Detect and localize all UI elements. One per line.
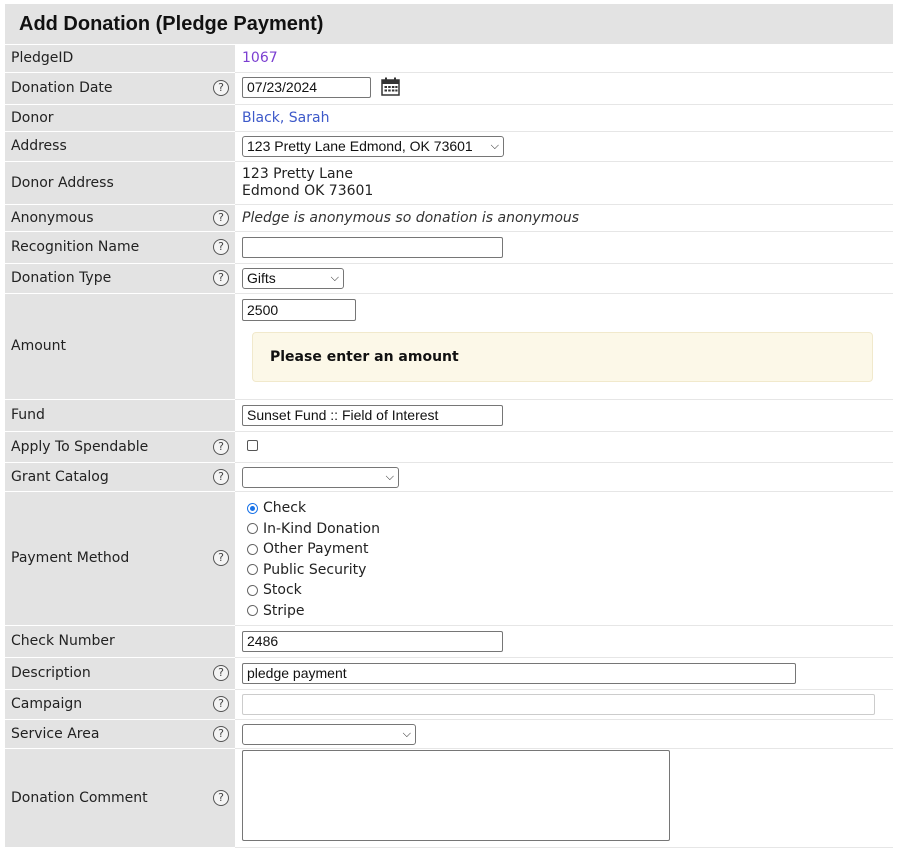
row-amount: Amount Please enter an amount: [5, 293, 893, 400]
label-description: Description: [11, 665, 91, 681]
help-icon[interactable]: ?: [213, 696, 229, 712]
chevron-down-icon: ⌵: [385, 470, 394, 483]
help-icon[interactable]: ?: [213, 789, 229, 806]
label-pledge-id: PledgeID: [5, 45, 235, 73]
address-selected: 123 Pretty Lane Edmond, OK 73601: [247, 138, 473, 154]
row-description: Description ?: [5, 657, 893, 690]
address-select[interactable]: 123 Pretty Lane Edmond, OK 73601 ⌵: [242, 135, 504, 157]
pledge-id-link[interactable]: 1067: [242, 50, 278, 66]
payment-option-check[interactable]: Check: [242, 498, 893, 519]
row-donation-type: Donation Type ? Gifts ⌵: [5, 263, 893, 294]
help-icon[interactable]: ?: [213, 80, 229, 96]
radio-icon[interactable]: [247, 543, 258, 555]
form-table: PledgeID 1067 Donation Date ? 07/23/2024…: [5, 45, 893, 848]
label-payment-method: Payment Method: [11, 550, 130, 566]
page-title: Add Donation (Pledge Payment): [5, 4, 893, 45]
row-check-number: Check Number: [5, 625, 893, 658]
anonymous-note: Pledge is anonymous so donation is anony…: [242, 209, 580, 226]
row-anonymous: Anonymous ? Pledge is anonymous so donat…: [5, 204, 893, 232]
payment-option-other[interactable]: Other Payment: [242, 539, 893, 560]
help-icon[interactable]: ?: [213, 209, 229, 226]
description-input[interactable]: [242, 662, 796, 684]
label-campaign: Campaign: [11, 696, 83, 712]
label-donation-type: Donation Type: [11, 270, 112, 286]
radio-selected-icon[interactable]: [247, 502, 258, 514]
label-service-area: Service Area: [11, 725, 100, 742]
help-icon[interactable]: ?: [213, 438, 229, 455]
calendar-icon[interactable]: [381, 77, 401, 100]
label-donor-address: Donor Address: [11, 174, 114, 191]
check-number-input[interactable]: [242, 630, 503, 652]
payment-option-stock[interactable]: Stock: [242, 580, 893, 601]
radio-icon[interactable]: [247, 605, 258, 617]
donor-address-line2: Edmond OK 73601: [242, 182, 374, 199]
label-address: Address: [11, 138, 67, 154]
grant-catalog-select[interactable]: ⌵: [242, 466, 399, 488]
label-recognition-name: Recognition Name: [11, 239, 140, 255]
amount-input[interactable]: [242, 298, 356, 321]
row-campaign: Campaign ?: [5, 689, 893, 720]
help-icon[interactable]: ?: [213, 468, 229, 485]
amount-warning: Please enter an amount: [252, 331, 873, 382]
row-service-area: Service Area ? ⌵: [5, 719, 893, 749]
chevron-down-icon: ⌵: [490, 139, 499, 152]
payment-option-public-security[interactable]: Public Security: [242, 560, 893, 581]
service-area-select[interactable]: ⌵: [242, 723, 416, 745]
add-donation-form: Add Donation (Pledge Payment) PledgeID 1…: [5, 4, 893, 848]
fund-input[interactable]: [242, 404, 503, 426]
chevron-down-icon: ⌵: [330, 271, 339, 284]
label-anonymous: Anonymous: [11, 209, 94, 226]
help-icon[interactable]: ?: [213, 665, 229, 681]
payment-option-stripe[interactable]: Stripe: [242, 601, 893, 622]
help-icon[interactable]: ?: [213, 725, 229, 742]
label-apply-to-spendable: Apply To Spendable: [11, 438, 149, 455]
help-icon[interactable]: ?: [213, 239, 229, 255]
label-amount: Amount: [11, 338, 67, 354]
row-fund: Fund: [5, 399, 893, 432]
row-donor: Donor Black, Sarah: [5, 104, 893, 132]
campaign-input[interactable]: [242, 693, 875, 715]
radio-icon[interactable]: [247, 523, 258, 535]
help-icon[interactable]: ?: [213, 550, 229, 566]
row-recognition-name: Recognition Name ?: [5, 231, 893, 264]
radio-icon[interactable]: [247, 584, 258, 596]
radio-icon[interactable]: [247, 564, 258, 576]
donor-address-line1: 123 Pretty Lane: [242, 165, 354, 182]
row-grant-catalog: Grant Catalog ? ⌵: [5, 462, 893, 492]
donation-type-selected: Gifts: [247, 270, 276, 286]
row-donation-comment: Donation Comment ?: [5, 748, 893, 848]
recognition-name-input[interactable]: [242, 236, 503, 258]
row-pledge-id: PledgeID 1067: [5, 45, 893, 73]
label-check-number: Check Number: [11, 633, 115, 649]
row-address: Address 123 Pretty Lane Edmond, OK 73601…: [5, 131, 893, 162]
row-donation-date: Donation Date ?: [5, 72, 893, 105]
row-apply-to-spendable: Apply To Spendable ?: [5, 431, 893, 463]
label-donation-comment: Donation Comment: [11, 789, 148, 806]
label-grant-catalog: Grant Catalog: [11, 468, 109, 485]
donor-link[interactable]: Black, Sarah: [242, 110, 329, 126]
pledge-id-value[interactable]: 1067: [235, 45, 893, 73]
payment-option-in-kind[interactable]: In-Kind Donation: [242, 518, 893, 539]
donation-comment-textarea[interactable]: [242, 750, 670, 841]
label-donor: Donor: [11, 109, 54, 126]
donation-type-select[interactable]: Gifts ⌵: [242, 267, 344, 289]
row-payment-method: Payment Method ? Check In-Kind Donation …: [5, 491, 893, 626]
chevron-down-icon: ⌵: [402, 727, 411, 740]
row-donor-address: Donor Address 123 Pretty Lane Edmond OK …: [5, 161, 893, 205]
label-donation-date: Donation Date ?: [5, 72, 235, 105]
apply-to-spendable-checkbox[interactable]: [247, 439, 258, 451]
label-fund: Fund: [11, 407, 45, 423]
donation-date-input[interactable]: [242, 76, 371, 98]
help-icon[interactable]: ?: [213, 270, 229, 286]
